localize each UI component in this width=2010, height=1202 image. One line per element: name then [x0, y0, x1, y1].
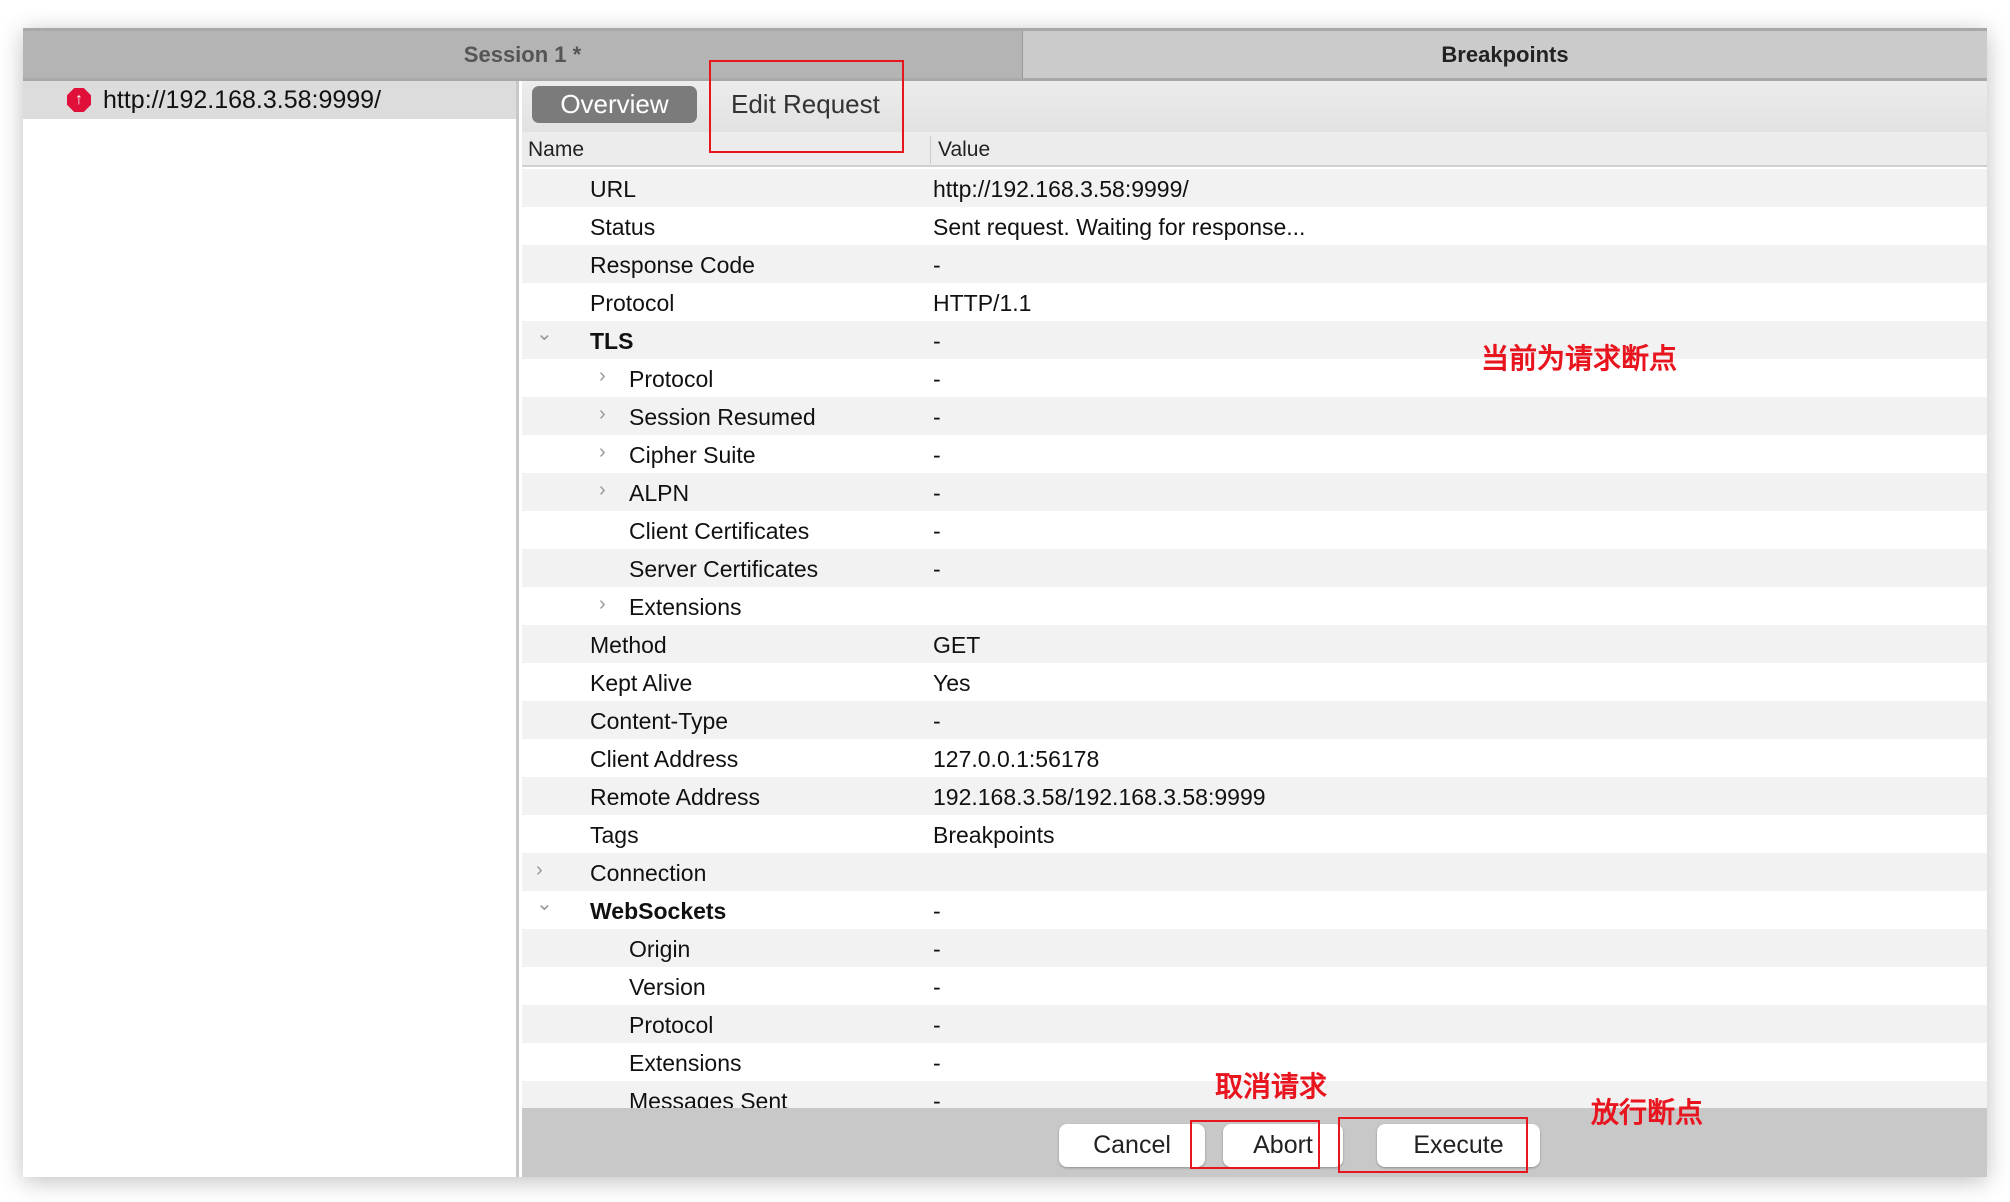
window-tab-bar: Session 1 * Breakpoints	[23, 28, 1987, 81]
column-divider[interactable]	[930, 136, 931, 164]
row-value: -	[933, 328, 941, 355]
table-row[interactable]: Remote Address 192.168.3.58/192.168.3.58:…	[522, 777, 1987, 815]
table-row[interactable]: Method GET	[522, 625, 1987, 663]
breakpoint-request-icon: ↑	[67, 88, 91, 112]
row-name: WebSockets	[590, 898, 726, 925]
row-value: -	[933, 708, 941, 735]
table-row[interactable]: › Session Resumed -	[522, 397, 1987, 435]
row-value: -	[933, 518, 941, 545]
row-name: Client Address	[590, 746, 738, 773]
row-value: -	[933, 442, 941, 469]
row-name: Origin	[629, 936, 690, 963]
row-value: -	[933, 556, 941, 583]
chevron-right-icon[interactable]: ›	[599, 441, 606, 464]
row-name: Extensions	[629, 1050, 742, 1077]
row-value: 127.0.0.1:56178	[933, 746, 1099, 773]
request-list-item[interactable]: ↑ http://192.168.3.58:9999/	[23, 81, 516, 119]
row-value: -	[933, 1012, 941, 1039]
row-name: ALPN	[629, 480, 689, 507]
chevron-right-icon[interactable]: ›	[599, 593, 606, 616]
table-row[interactable]: ⌄ TLS -	[522, 321, 1987, 359]
row-name: Kept Alive	[590, 670, 692, 697]
row-value: -	[933, 252, 941, 279]
row-name: Protocol	[629, 366, 713, 393]
row-name: Tags	[590, 822, 639, 849]
row-value: GET	[933, 632, 980, 659]
table-row[interactable]: › Protocol -	[522, 359, 1987, 397]
row-value: -	[933, 404, 941, 431]
row-name: Version	[629, 974, 706, 1001]
row-name: Session Resumed	[629, 404, 816, 431]
table-row[interactable]: Response Code -	[522, 245, 1987, 283]
table-row[interactable]: Origin -	[522, 929, 1987, 967]
row-name: Messages Sent	[629, 1088, 788, 1108]
charles-breakpoint-window: Session 1 * Breakpoints ↑ http://192.168…	[23, 28, 1987, 1177]
table-row[interactable]: › Cipher Suite -	[522, 435, 1987, 473]
table-row[interactable]: Client Certificates -	[522, 511, 1987, 549]
chevron-right-icon[interactable]: ›	[599, 403, 606, 426]
request-url: http://192.168.3.58:9999/	[103, 86, 381, 115]
row-name: TLS	[590, 328, 633, 355]
highlight-execute	[1338, 1117, 1528, 1173]
row-value: -	[933, 366, 941, 393]
row-value: -	[933, 480, 941, 507]
row-name: Protocol	[590, 290, 674, 317]
table-row[interactable]: Protocol HTTP/1.1	[522, 283, 1987, 321]
tab-overview[interactable]: Overview	[532, 86, 697, 123]
table-row[interactable]: Content-Type -	[522, 701, 1987, 739]
table-row[interactable]: › Extensions	[522, 587, 1987, 625]
row-name: Client Certificates	[629, 518, 809, 545]
row-value: -	[933, 936, 941, 963]
row-value: Yes	[933, 670, 971, 697]
row-name: Server Certificates	[629, 556, 818, 583]
chevron-right-icon[interactable]: ›	[536, 859, 543, 882]
row-value: HTTP/1.1	[933, 290, 1031, 317]
column-header-value[interactable]: Value	[938, 138, 990, 162]
annotation-execute: 放行断点	[1591, 1091, 1703, 1131]
column-header-name[interactable]: Name	[528, 138, 584, 162]
table-row[interactable]: Kept Alive Yes	[522, 663, 1987, 701]
table-row[interactable]: › ALPN -	[522, 473, 1987, 511]
row-value: 192.168.3.58/192.168.3.58:9999	[933, 784, 1266, 811]
row-name: Content-Type	[590, 708, 728, 735]
overview-table: URL http://192.168.3.58:9999/Status Sent r…	[522, 169, 1987, 1108]
row-name: Response Code	[590, 252, 755, 279]
chevron-down-icon[interactable]: ⌄	[536, 321, 553, 346]
row-name: Method	[590, 632, 667, 659]
row-name: Extensions	[629, 594, 742, 621]
table-row[interactable]: Protocol -	[522, 1005, 1987, 1043]
row-value: Sent request. Waiting for response...	[933, 214, 1305, 241]
row-name: Protocol	[629, 1012, 713, 1039]
row-value: -	[933, 974, 941, 1001]
chevron-right-icon[interactable]: ›	[599, 479, 606, 502]
table-row[interactable]: Status Sent request. Waiting for response…	[522, 207, 1987, 245]
highlight-edit-request	[709, 60, 904, 153]
row-name: Remote Address	[590, 784, 760, 811]
table-row[interactable]: Server Certificates -	[522, 549, 1987, 587]
row-name: URL	[590, 176, 636, 203]
row-value: http://192.168.3.58:9999/	[933, 176, 1189, 203]
tab-breakpoints[interactable]: Breakpoints	[1023, 31, 1987, 78]
table-row[interactable]: › Connection	[522, 853, 1987, 891]
row-value: -	[933, 1088, 941, 1108]
row-value: Breakpoints	[933, 822, 1054, 849]
table-row[interactable]: ⌄ WebSockets -	[522, 891, 1987, 929]
chevron-down-icon[interactable]: ⌄	[536, 891, 553, 916]
request-list: ↑ http://192.168.3.58:9999/	[23, 81, 519, 1177]
annotation-breakpoint: 当前为请求断点	[1481, 337, 1677, 377]
table-row[interactable]: URL http://192.168.3.58:9999/	[522, 169, 1987, 207]
row-name: Connection	[590, 860, 706, 887]
row-name: Cipher Suite	[629, 442, 756, 469]
chevron-right-icon[interactable]: ›	[599, 365, 606, 388]
table-row[interactable]: Client Address 127.0.0.1:56178	[522, 739, 1987, 777]
cancel-button[interactable]: Cancel	[1059, 1124, 1205, 1167]
table-row[interactable]: Version -	[522, 967, 1987, 1005]
row-name: Status	[590, 214, 655, 241]
row-value: -	[933, 1050, 941, 1077]
annotation-abort: 取消请求	[1215, 1065, 1327, 1105]
row-value: -	[933, 898, 941, 925]
table-row[interactable]: Tags Breakpoints	[522, 815, 1987, 853]
detail-pane: Overview Edit Request Name Value URLhttp…	[522, 81, 1987, 1177]
highlight-abort	[1190, 1120, 1320, 1169]
